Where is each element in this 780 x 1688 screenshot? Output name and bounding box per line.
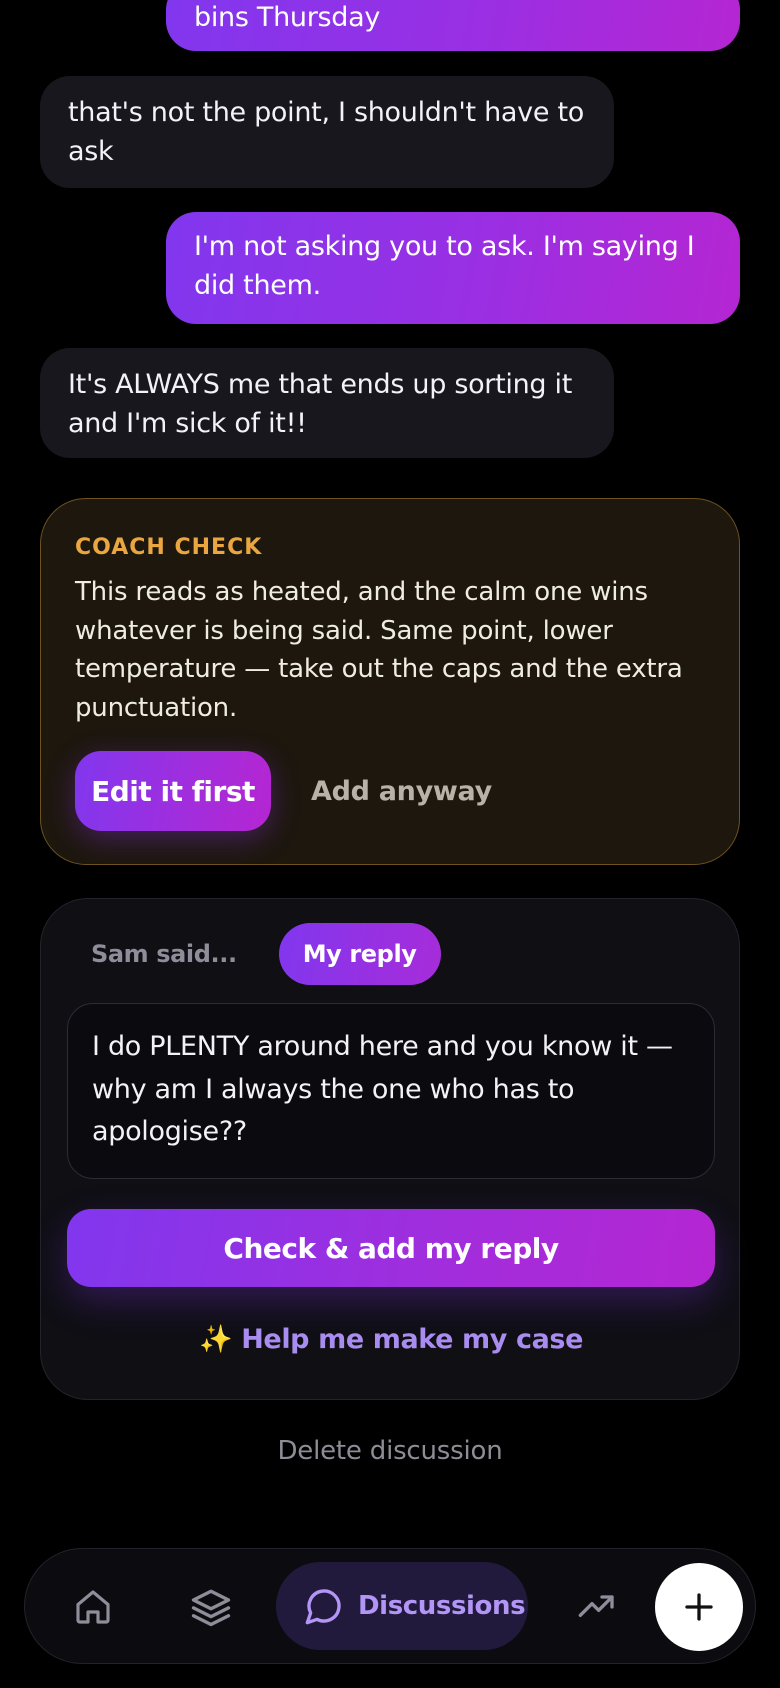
- edit-it-first-button[interactable]: Edit it first: [75, 751, 271, 831]
- coach-check-card: COACH CHECK This reads as heated, and th…: [40, 498, 740, 865]
- chat-bubble-icon: [305, 1589, 341, 1625]
- message-bubble-mine: bins Thursday: [166, 0, 740, 51]
- message-bubble-theirs: It's ALWAYS me that ends up sorting it a…: [40, 348, 614, 458]
- message-bubble-mine: I'm not asking you to ask. I'm saying I …: [166, 212, 740, 324]
- sparkles-icon: ✨: [199, 1324, 233, 1355]
- discussion-screen: bins Thursday that's not the point, I sh…: [0, 0, 780, 1688]
- tab-my-reply[interactable]: My reply: [278, 923, 441, 985]
- coach-check-text: This reads as heated, and the calm one w…: [75, 577, 683, 723]
- coach-check-title: COACH CHECK: [75, 535, 263, 560]
- help-make-my-case-label: Help me make my case: [241, 1324, 583, 1355]
- delete-discussion-link[interactable]: Delete discussion: [0, 1436, 780, 1466]
- layers-icon: [191, 1589, 231, 1627]
- nav-discussions[interactable]: Discussions: [276, 1562, 528, 1650]
- nav-trends[interactable]: [571, 1581, 623, 1633]
- check-and-add-reply-button[interactable]: Check & add my reply: [67, 1209, 715, 1287]
- composer-tabs: Sam said... My reply: [67, 923, 441, 985]
- tab-sam-said[interactable]: Sam said...: [67, 923, 261, 985]
- bottom-nav: Discussions: [24, 1548, 756, 1664]
- message-bubble-theirs: that's not the point, I shouldn't have t…: [40, 76, 614, 188]
- reply-textarea[interactable]: I do PLENTY around here and you know it …: [67, 1003, 715, 1179]
- home-icon: [76, 1590, 110, 1624]
- plus-icon: [685, 1593, 713, 1621]
- add-button[interactable]: [655, 1563, 743, 1651]
- help-make-my-case-link[interactable]: ✨ Help me make my case: [41, 1323, 741, 1355]
- reply-composer-card: Sam said... My reply I do PLENTY around …: [40, 898, 740, 1400]
- nav-layers[interactable]: [185, 1581, 237, 1633]
- nav-discussions-label: Discussions: [358, 1591, 526, 1621]
- nav-home[interactable]: [67, 1581, 119, 1633]
- coach-actions: Edit it first Add anyway: [75, 751, 492, 831]
- add-anyway-button[interactable]: Add anyway: [311, 776, 492, 807]
- trending-up-icon: [578, 1595, 614, 1617]
